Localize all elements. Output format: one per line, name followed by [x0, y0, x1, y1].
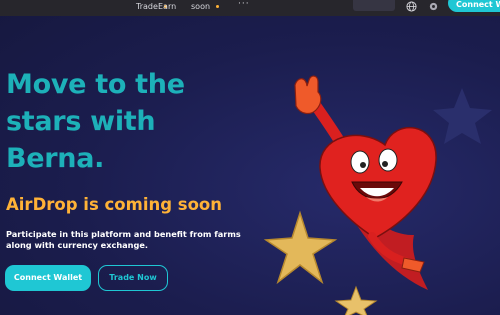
gear-icon[interactable] — [428, 1, 439, 12]
hero-description: Participate in this platform and benefit… — [6, 229, 241, 250]
hero-title: Move to the stars with Berna. — [6, 69, 185, 174]
hero-subtitle: AirDrop is coming soon — [6, 195, 223, 214]
connect-wallet-button[interactable]: Connect Wallet — [5, 265, 91, 291]
landing-page: Trade Earn soon ··· Connect W Move to th… — [0, 0, 500, 315]
nav-item-earn[interactable]: Earn — [158, 0, 176, 13]
nav-item-soon[interactable]: soon — [191, 0, 220, 13]
nav-item-label: Trade — [136, 2, 158, 11]
mascot-eye — [350, 150, 370, 174]
notification-dot — [216, 5, 220, 8]
nav-item-label: Earn — [158, 2, 177, 11]
top-navigation-bar — [0, 0, 500, 16]
connect-wallet-button-top[interactable]: Connect W — [448, 0, 500, 12]
star-icon — [263, 210, 338, 285]
star-icon — [334, 285, 378, 315]
mascot-eye — [378, 148, 398, 172]
more-menu-button[interactable]: ··· — [238, 0, 250, 9]
search-input[interactable] — [353, 0, 395, 11]
globe-icon[interactable] — [406, 1, 417, 12]
nav-item-label: soon — [191, 2, 211, 11]
mascot-glove — [294, 75, 322, 115]
star-icon — [433, 88, 492, 144]
trade-now-button[interactable]: Trade Now — [98, 265, 168, 291]
